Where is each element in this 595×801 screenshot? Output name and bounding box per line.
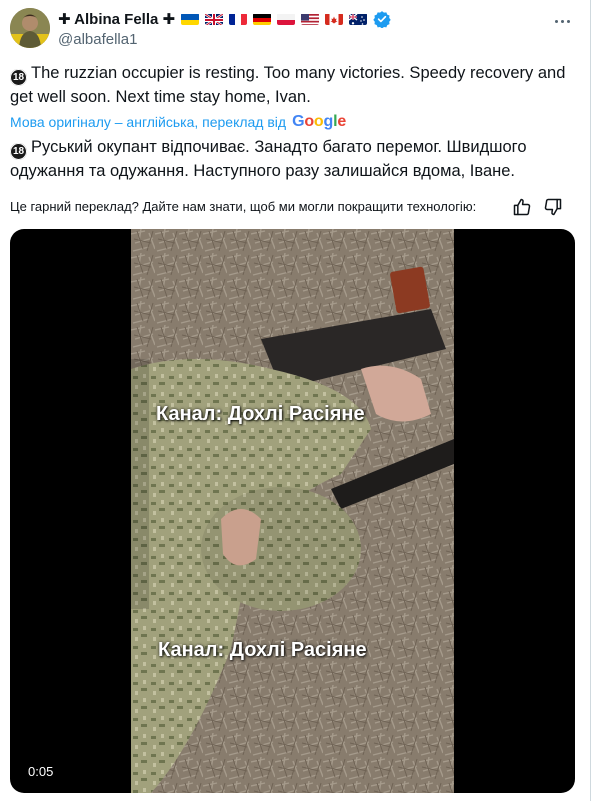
thumbs-down-icon[interactable] [543, 197, 563, 217]
translation-notice-text: Мова оригіналу – англійська, переклад ві… [10, 114, 287, 130]
poland-flag-icon [277, 13, 296, 25]
translated-text-body: Руський окупант відпочиває. Занадто бага… [10, 138, 527, 180]
uk-flag-icon [205, 13, 224, 25]
tweet-card: ✚ Albina Fella ✚ @albafella1 18 The ruzz… [0, 0, 591, 801]
video-player[interactable]: Канал: Дохлі Расіяне Канал: Дохлі Расіян… [10, 229, 575, 793]
ukraine-flag-icon [181, 13, 200, 25]
age-restricted-18-icon: 18 [10, 69, 27, 86]
video-watermark: Канал: Дохлі Расіяне [158, 639, 367, 661]
author-handle[interactable]: @albafella1 [58, 31, 137, 48]
google-logo: Google [292, 113, 347, 130]
author-name-row: ✚ Albina Fella ✚ [58, 9, 391, 29]
more-options-icon[interactable] [552, 13, 572, 29]
translation-feedback-prompt: Це гарний переклад? Дайте нам знати, щоб… [10, 199, 477, 214]
translation-notice[interactable]: Мова оригіналу – англійська, переклад ві… [10, 113, 346, 131]
usa-flag-icon [301, 13, 320, 25]
avatar[interactable] [10, 8, 50, 48]
tweet-translated-text: 18 Руський окупант відпочиває. Занадто ба… [10, 136, 580, 182]
author-display-name[interactable]: ✚ Albina Fella ✚ [58, 10, 175, 28]
australia-flag-icon [349, 13, 368, 25]
age-restricted-18-icon: 18 [10, 143, 27, 160]
video-timestamp: 0:05 [24, 763, 58, 780]
canada-flag-icon [325, 13, 344, 25]
thumbs-up-icon[interactable] [512, 197, 532, 217]
verified-badge-icon[interactable] [373, 10, 391, 29]
original-text-body: The ruzzian occupier is resting. Too man… [10, 64, 566, 106]
video-watermark: Канал: Дохлі Расіяне [156, 403, 365, 425]
germany-flag-icon [253, 13, 272, 25]
video-frame [131, 229, 454, 793]
france-flag-icon [229, 13, 248, 25]
tweet-original-text: 18 The ruzzian occupier is resting. Too m… [10, 62, 580, 108]
